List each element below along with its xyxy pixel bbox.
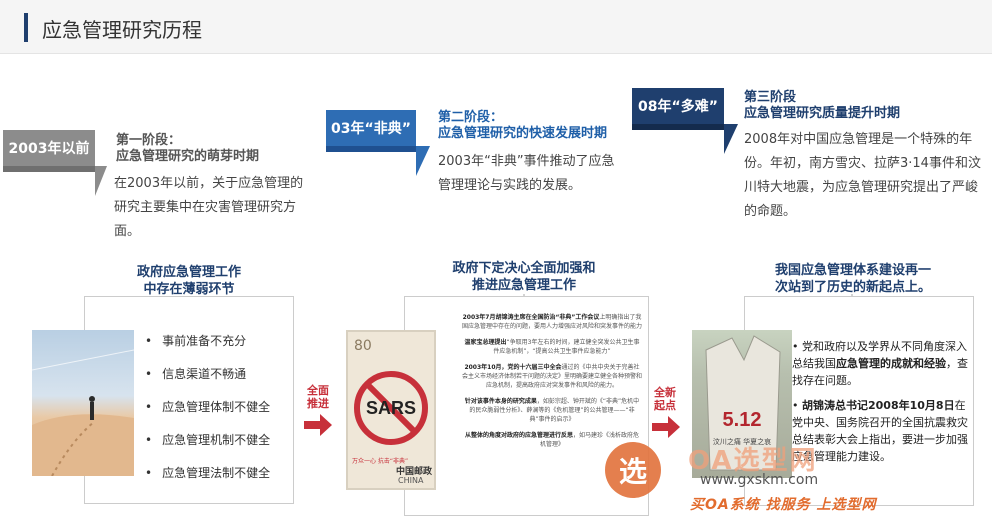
list-item: 应急管理体制不健全 [145, 396, 270, 429]
right-arrow-icon [304, 414, 332, 436]
weakness-list: 事前准备不充分 信息渠道不畅通 应急管理体制不健全 应急管理机制不健全 应急管理… [145, 330, 270, 495]
stamp-value: 80 [354, 338, 372, 354]
stamp-label: SARS [366, 398, 416, 418]
watermark-badge: 选 [605, 442, 661, 498]
new-start-list: • 党和政府以及学界从不同角度深入总结我国应急管理的成就和经验，查找存在问题。 … [792, 338, 972, 473]
list-item: 针对该事件本身的研究成果，如彭宗超、钟开斌的《“非典”危机中的民众脆弱性分析》、… [464, 398, 640, 423]
sars-stamp: 80 SARS 万众一心 抗击“非典” 中国邮政 CHINA [346, 330, 436, 490]
list-item: 温家宝总理提出“争取用3年左右的时间，建立健全突发公共卫生事件应急机制”，“提高… [464, 339, 640, 355]
list-item: 从整体的角度对政府的应急管理进行反思，如马建珍《浅析政府危机管理》 [464, 432, 640, 448]
measures-list: 2003年7月胡锦涛主席在全国防治“非典”工作会议上明确指出了我国应急管理中存在… [462, 313, 642, 456]
watermark-slogan: 买OA系统 找服务 上选型网 [690, 497, 877, 513]
connector-1-label: 全面 推进 [307, 384, 329, 410]
watermark-url: www.gxskm.com [700, 472, 819, 488]
list-item: 应急管理法制不健全 [145, 462, 270, 495]
desert-illustration [32, 349, 134, 476]
list-item: 应急管理机制不健全 [145, 429, 270, 462]
list-item: 2003年10月，党的十六届三中全会通过的《中共中央关于完善社会主义市场经济体制… [462, 364, 643, 389]
right-arrow-icon [652, 416, 680, 438]
list-item: • 党和政府以及学界从不同角度深入总结我国应急管理的成就和经验，查找存在问题。 [792, 340, 968, 387]
memorial-date: 5.12 [723, 409, 762, 431]
connector-2-label: 全新 起点 [654, 386, 676, 412]
list-item: 信息渠道不畅通 [145, 363, 270, 396]
stamp-country: CHINA [398, 476, 424, 485]
list-item: 2003年7月胡锦涛主席在全国防治“非典”工作会议上明确指出了我国应急管理中存在… [462, 314, 643, 330]
list-item: 事前准备不充分 [145, 330, 270, 363]
sars-ban-icon: SARS [354, 371, 428, 445]
desert-walker-photo [32, 330, 134, 476]
list-item: • 胡锦涛总书记2008年10月8日在党中央、国务院召开的全国抗震救灾总结表彰大… [792, 399, 968, 463]
